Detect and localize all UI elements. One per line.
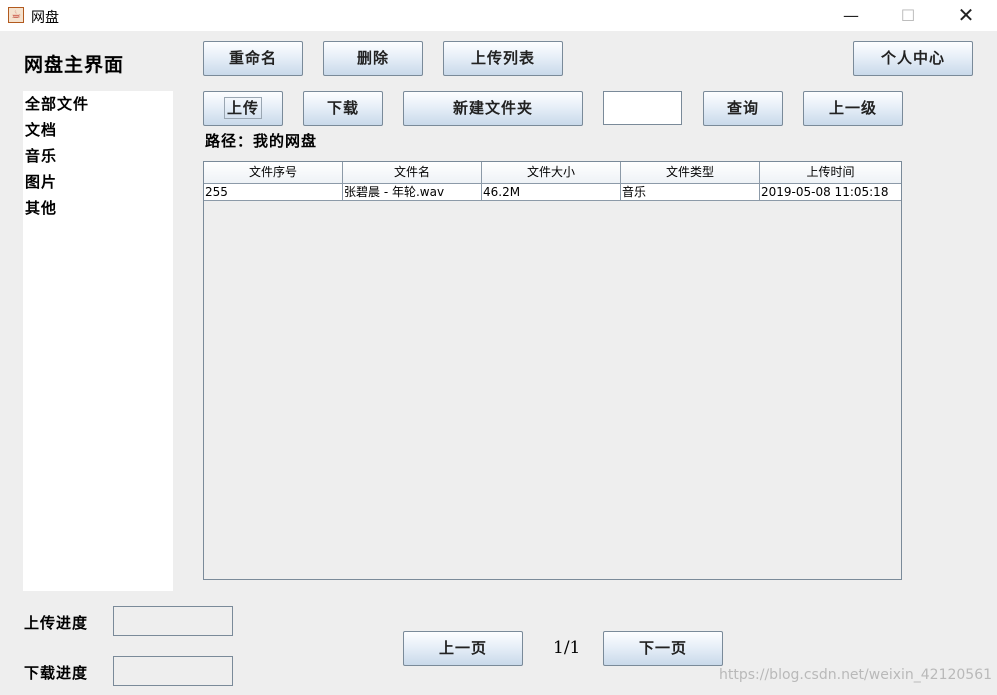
sidebar-item-other[interactable]: 其他 (23, 195, 173, 221)
window-title: 网盘 (31, 10, 59, 26)
table-row[interactable]: 255 张碧晨 - 年轮.wav 46.2M 音乐 2019-05-08 11:… (204, 184, 901, 201)
cell-upload-time: 2019-05-08 11:05:18 (761, 185, 889, 199)
path-label: 路径：我的网盘 (205, 132, 318, 150)
close-button[interactable]: ✕ (943, 0, 989, 31)
category-list: 全部文件 文档 音乐 图片 其他 (23, 91, 173, 591)
page-indicator: 1/1 (553, 638, 581, 658)
search-button[interactable]: 查询 (703, 91, 783, 126)
column-header-id[interactable]: 文件序号 (204, 162, 343, 183)
upload-progress-bar (113, 606, 233, 636)
download-progress-bar (113, 656, 233, 686)
cell-size: 46.2M (482, 184, 621, 200)
upload-progress-label: 上传进度 (24, 614, 89, 632)
download-button[interactable]: 下载 (303, 91, 383, 126)
new-folder-button[interactable]: 新建文件夹 (403, 91, 583, 126)
cell-id: 255 (204, 184, 343, 200)
column-header-name[interactable]: 文件名 (343, 162, 482, 183)
watermark-text: https://blog.csdn.net/weixin_42120561 (719, 667, 993, 683)
sidebar-item-documents[interactable]: 文档 (23, 117, 173, 143)
rename-button[interactable]: 重命名 (203, 41, 303, 76)
delete-button[interactable]: 删除 (323, 41, 423, 76)
upload-button[interactable]: 上传 (203, 91, 283, 126)
prev-page-button[interactable]: 上一页 (403, 631, 523, 666)
download-progress-label: 下载进度 (24, 664, 89, 682)
sidebar-item-pictures[interactable]: 图片 (23, 169, 173, 195)
profile-button[interactable]: 个人中心 (853, 41, 973, 76)
column-header-upload-time[interactable]: 上传时间 (760, 162, 901, 183)
table-header: 文件序号 文件名 文件大小 文件类型 上传时间 (204, 162, 901, 184)
search-input[interactable] (603, 91, 682, 125)
upload-list-button[interactable]: 上传列表 (443, 41, 563, 76)
cell-type: 音乐 (621, 184, 760, 200)
upload-button-label: 上传 (223, 97, 262, 119)
title-bar: ☕ 网盘 — ☐ ✕ (0, 0, 997, 31)
parent-folder-button[interactable]: 上一级 (803, 91, 903, 126)
page-title: 网盘主界面 (24, 54, 125, 76)
file-table[interactable]: 文件序号 文件名 文件大小 文件类型 上传时间 255 张碧晨 - 年轮.wav… (203, 161, 902, 580)
minimize-button[interactable]: — (828, 0, 874, 31)
column-header-type[interactable]: 文件类型 (621, 162, 760, 183)
java-cup-icon: ☕ (8, 7, 24, 23)
next-page-button[interactable]: 下一页 (603, 631, 723, 666)
sidebar-item-all-files[interactable]: 全部文件 (23, 91, 173, 117)
column-header-size[interactable]: 文件大小 (482, 162, 621, 183)
sidebar-item-music[interactable]: 音乐 (23, 143, 173, 169)
cell-name: 张碧晨 - 年轮.wav (343, 184, 482, 200)
maximize-button[interactable]: ☐ (885, 0, 931, 31)
